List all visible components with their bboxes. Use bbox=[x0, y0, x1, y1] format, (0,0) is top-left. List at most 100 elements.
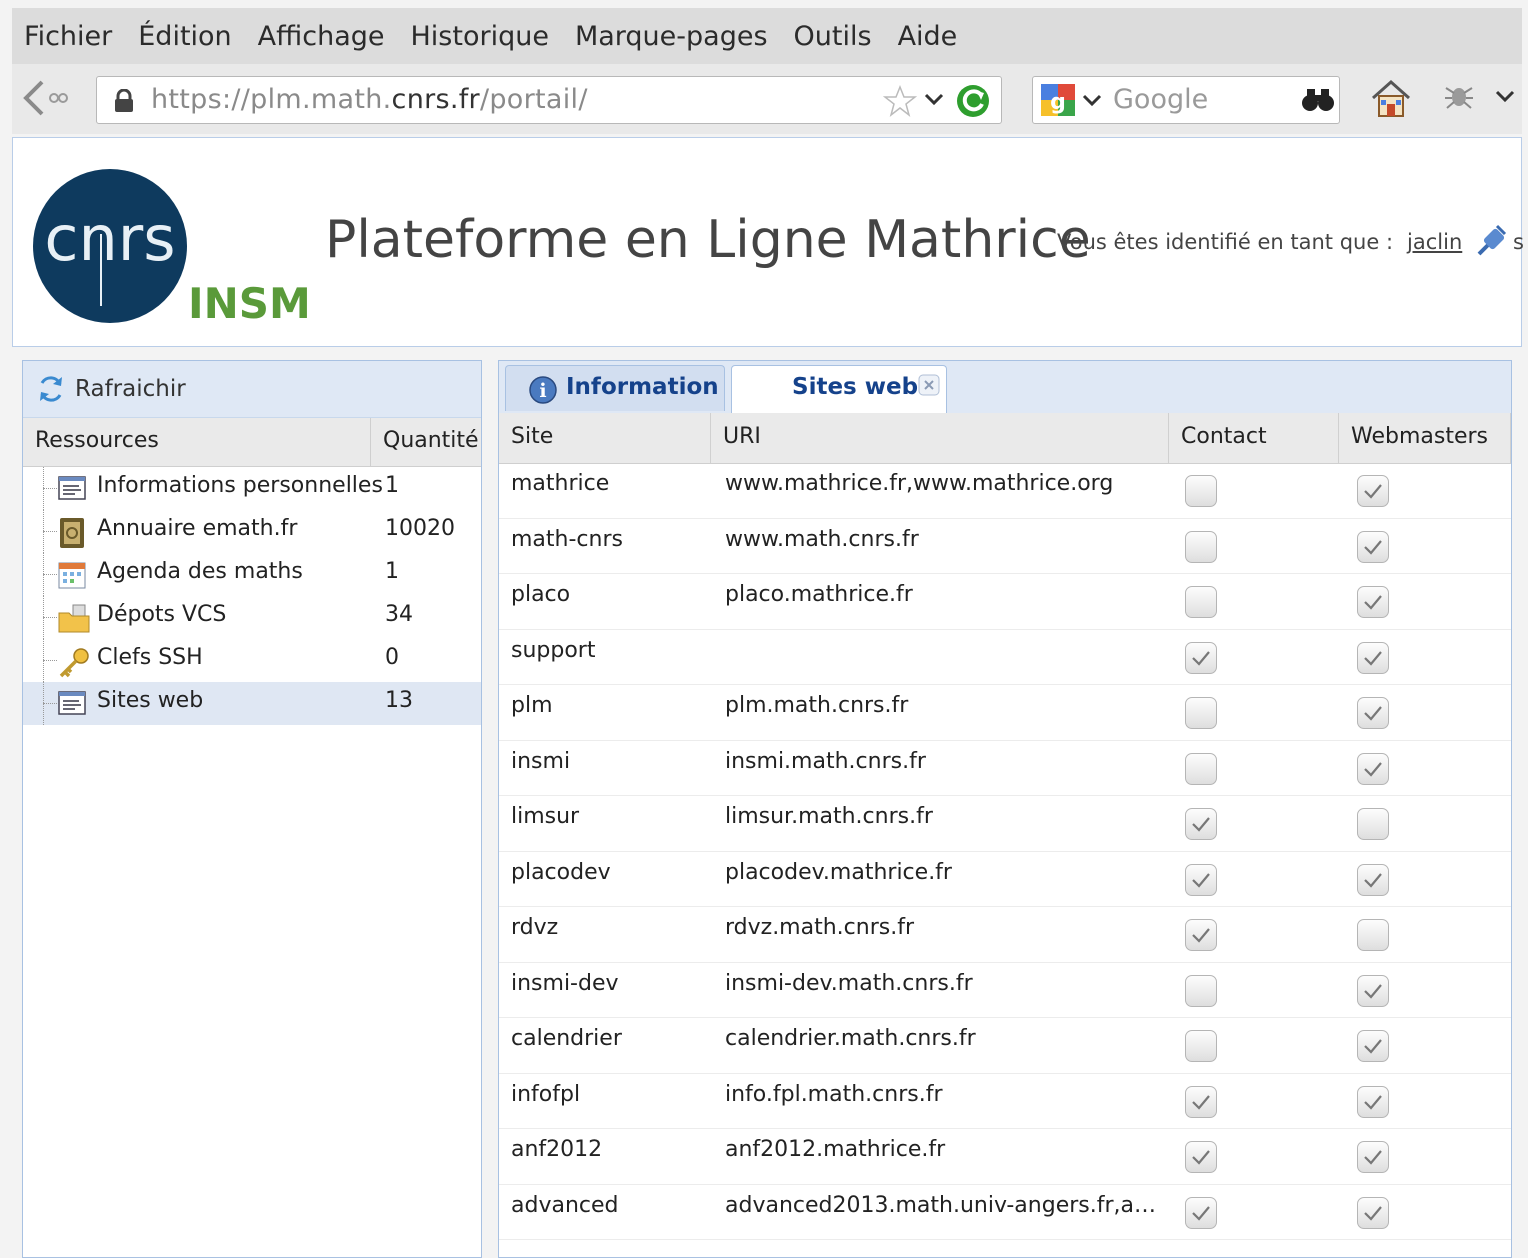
webmasters-checkbox[interactable] bbox=[1357, 475, 1389, 507]
menu-historique[interactable]: Historique bbox=[411, 21, 549, 52]
bookmark-star-icon[interactable] bbox=[882, 84, 918, 121]
uri-cell: placo.mathrice.fr bbox=[725, 582, 913, 607]
table-row[interactable]: placodev placodev.mathrice.fr bbox=[499, 852, 1511, 907]
column-quantite[interactable]: Quantité bbox=[371, 418, 479, 466]
webmasters-checkbox[interactable] bbox=[1357, 1030, 1389, 1062]
table-row[interactable]: plm plm.math.cnrs.fr bbox=[499, 685, 1511, 741]
lock-icon bbox=[113, 88, 135, 117]
tree-item[interactable]: Dépots VCS 34 bbox=[23, 596, 481, 639]
contact-checkbox[interactable] bbox=[1185, 1196, 1217, 1229]
url-bar[interactable]: https://plm.math.cnrs.fr/portail/ bbox=[96, 76, 1002, 124]
column-uri[interactable]: URI bbox=[711, 413, 1169, 463]
menu-aide[interactable]: Aide bbox=[898, 21, 958, 52]
webmasters-checkbox[interactable] bbox=[1357, 1141, 1389, 1173]
search-bar[interactable]: g Google bbox=[1032, 76, 1340, 124]
back-button[interactable] bbox=[22, 78, 68, 118]
chevron-down-icon[interactable] bbox=[923, 86, 945, 116]
tree-item[interactable]: Sites web 13 bbox=[23, 682, 481, 725]
tab-sites-web[interactable]: Sites web bbox=[731, 365, 947, 414]
table-row[interactable]: advanced advanced2013.math.univ-angers.fr… bbox=[499, 1185, 1511, 1240]
chevron-down-icon[interactable] bbox=[1081, 87, 1103, 117]
uri-cell: plm.math.cnrs.fr bbox=[725, 693, 909, 718]
table-row[interactable]: rdvz rdvz.math.cnrs.fr bbox=[499, 907, 1511, 963]
user-link[interactable]: jaclin bbox=[1407, 230, 1462, 254]
contact-checkbox[interactable] bbox=[1185, 475, 1217, 507]
table-row[interactable]: infofpl info.fpl.math.cnrs.fr bbox=[499, 1074, 1511, 1129]
contact-checkbox[interactable] bbox=[1185, 974, 1217, 1007]
uri-cell: calendrier.math.cnrs.fr bbox=[725, 1026, 976, 1051]
contact-checkbox[interactable] bbox=[1185, 1030, 1217, 1062]
reload-icon[interactable] bbox=[955, 83, 991, 123]
tree-item-quantity: 1 bbox=[385, 473, 399, 498]
uri-cell: limsur.math.cnrs.fr bbox=[725, 804, 933, 829]
contact-checkbox[interactable] bbox=[1185, 919, 1217, 951]
table-row[interactable]: limsur limsur.math.cnrs.fr bbox=[499, 796, 1511, 852]
table-row[interactable]: insmi-dev insmi-dev.math.cnrs.fr bbox=[499, 963, 1511, 1018]
contact-checkbox[interactable] bbox=[1185, 863, 1217, 896]
tree-item-label: Dépots VCS bbox=[97, 602, 227, 627]
table-row[interactable]: math-cnrs www.math.cnrs.fr bbox=[499, 519, 1511, 574]
site-cell: insmi bbox=[511, 748, 571, 774]
uri-cell: info.fpl.math.cnrs.fr bbox=[725, 1081, 943, 1107]
tree-item-label: Annuaire emath.fr bbox=[97, 516, 298, 541]
webmasters-checkbox[interactable] bbox=[1357, 1196, 1389, 1229]
tree-guide bbox=[43, 703, 57, 704]
contact-checkbox[interactable] bbox=[1185, 697, 1217, 729]
tree-item[interactable]: Annuaire emath.fr 10020 bbox=[23, 510, 481, 553]
contact-checkbox[interactable] bbox=[1185, 752, 1217, 785]
menu-fichier[interactable]: Fichier bbox=[24, 21, 112, 52]
google-icon[interactable]: g bbox=[1041, 84, 1075, 120]
tree-guide bbox=[43, 531, 57, 532]
webmasters-checkbox[interactable] bbox=[1357, 641, 1389, 674]
binoculars-icon[interactable] bbox=[1301, 87, 1335, 117]
column-site[interactable]: Site bbox=[499, 413, 711, 463]
table-row[interactable]: support bbox=[499, 630, 1511, 685]
webmasters-checkbox[interactable] bbox=[1357, 808, 1389, 840]
tree-item[interactable]: Agenda des maths 1 bbox=[23, 553, 481, 596]
contact-checkbox[interactable] bbox=[1185, 530, 1217, 563]
contact-checkbox[interactable] bbox=[1185, 808, 1217, 840]
table-row[interactable]: mathrice www.mathrice.fr,www.mathrice.org bbox=[499, 463, 1511, 519]
menu-bar: Fichier Édition Affichage Historique Mar… bbox=[12, 8, 1522, 64]
column-contact[interactable]: Contact bbox=[1169, 413, 1339, 463]
contact-checkbox[interactable] bbox=[1185, 641, 1217, 674]
key-icon bbox=[57, 646, 91, 682]
logout-plug-icon[interactable] bbox=[1473, 222, 1509, 262]
close-icon[interactable] bbox=[918, 374, 940, 400]
site-cell: mathrice bbox=[511, 471, 610, 496]
webmasters-checkbox[interactable] bbox=[1357, 863, 1389, 896]
contact-checkbox[interactable] bbox=[1185, 1085, 1217, 1118]
contact-checkbox[interactable] bbox=[1185, 586, 1217, 618]
menu-marque-pages[interactable]: Marque-pages bbox=[575, 21, 768, 52]
webmasters-checkbox[interactable] bbox=[1357, 586, 1389, 618]
menu-edition[interactable]: Édition bbox=[138, 21, 231, 52]
site-cell: infofpl bbox=[511, 1081, 581, 1107]
webmasters-checkbox[interactable] bbox=[1357, 530, 1389, 563]
menu-affichage[interactable]: Affichage bbox=[258, 21, 385, 52]
webmasters-checkbox[interactable] bbox=[1357, 1085, 1389, 1118]
tree-guide bbox=[43, 488, 57, 489]
bug-icon[interactable] bbox=[1442, 82, 1476, 116]
webmasters-checkbox[interactable] bbox=[1357, 919, 1389, 951]
webmasters-checkbox[interactable] bbox=[1357, 752, 1389, 785]
refresh-button[interactable]: Rafraichir bbox=[35, 373, 186, 405]
tab-information[interactable]: i Information bbox=[505, 365, 725, 411]
svg-text:g: g bbox=[1050, 90, 1066, 115]
menu-outils[interactable]: Outils bbox=[794, 21, 872, 52]
webmasters-checkbox[interactable] bbox=[1357, 697, 1389, 729]
column-webmasters[interactable]: Webmasters bbox=[1339, 413, 1511, 463]
table-row[interactable]: insmi insmi.math.cnrs.fr bbox=[499, 741, 1511, 796]
tree-item[interactable]: Clefs SSH 0 bbox=[23, 639, 481, 682]
tree-item[interactable]: Informations personnelles 1 bbox=[23, 467, 481, 510]
search-input[interactable]: Google bbox=[1113, 84, 1208, 115]
tree-item-quantity: 13 bbox=[385, 688, 413, 713]
table-row[interactable]: placo placo.mathrice.fr bbox=[499, 574, 1511, 630]
table-row[interactable]: calendrier calendrier.math.cnrs.fr bbox=[499, 1018, 1511, 1074]
chevron-down-icon[interactable] bbox=[1494, 86, 1516, 112]
contact-checkbox[interactable] bbox=[1185, 1141, 1217, 1173]
webmasters-checkbox[interactable] bbox=[1357, 974, 1389, 1007]
column-ressources[interactable]: Ressources bbox=[23, 418, 371, 466]
tree-item-quantity: 1 bbox=[385, 559, 399, 584]
home-icon[interactable] bbox=[1370, 78, 1412, 124]
table-row[interactable]: anf2012 anf2012.mathrice.fr bbox=[499, 1129, 1511, 1185]
